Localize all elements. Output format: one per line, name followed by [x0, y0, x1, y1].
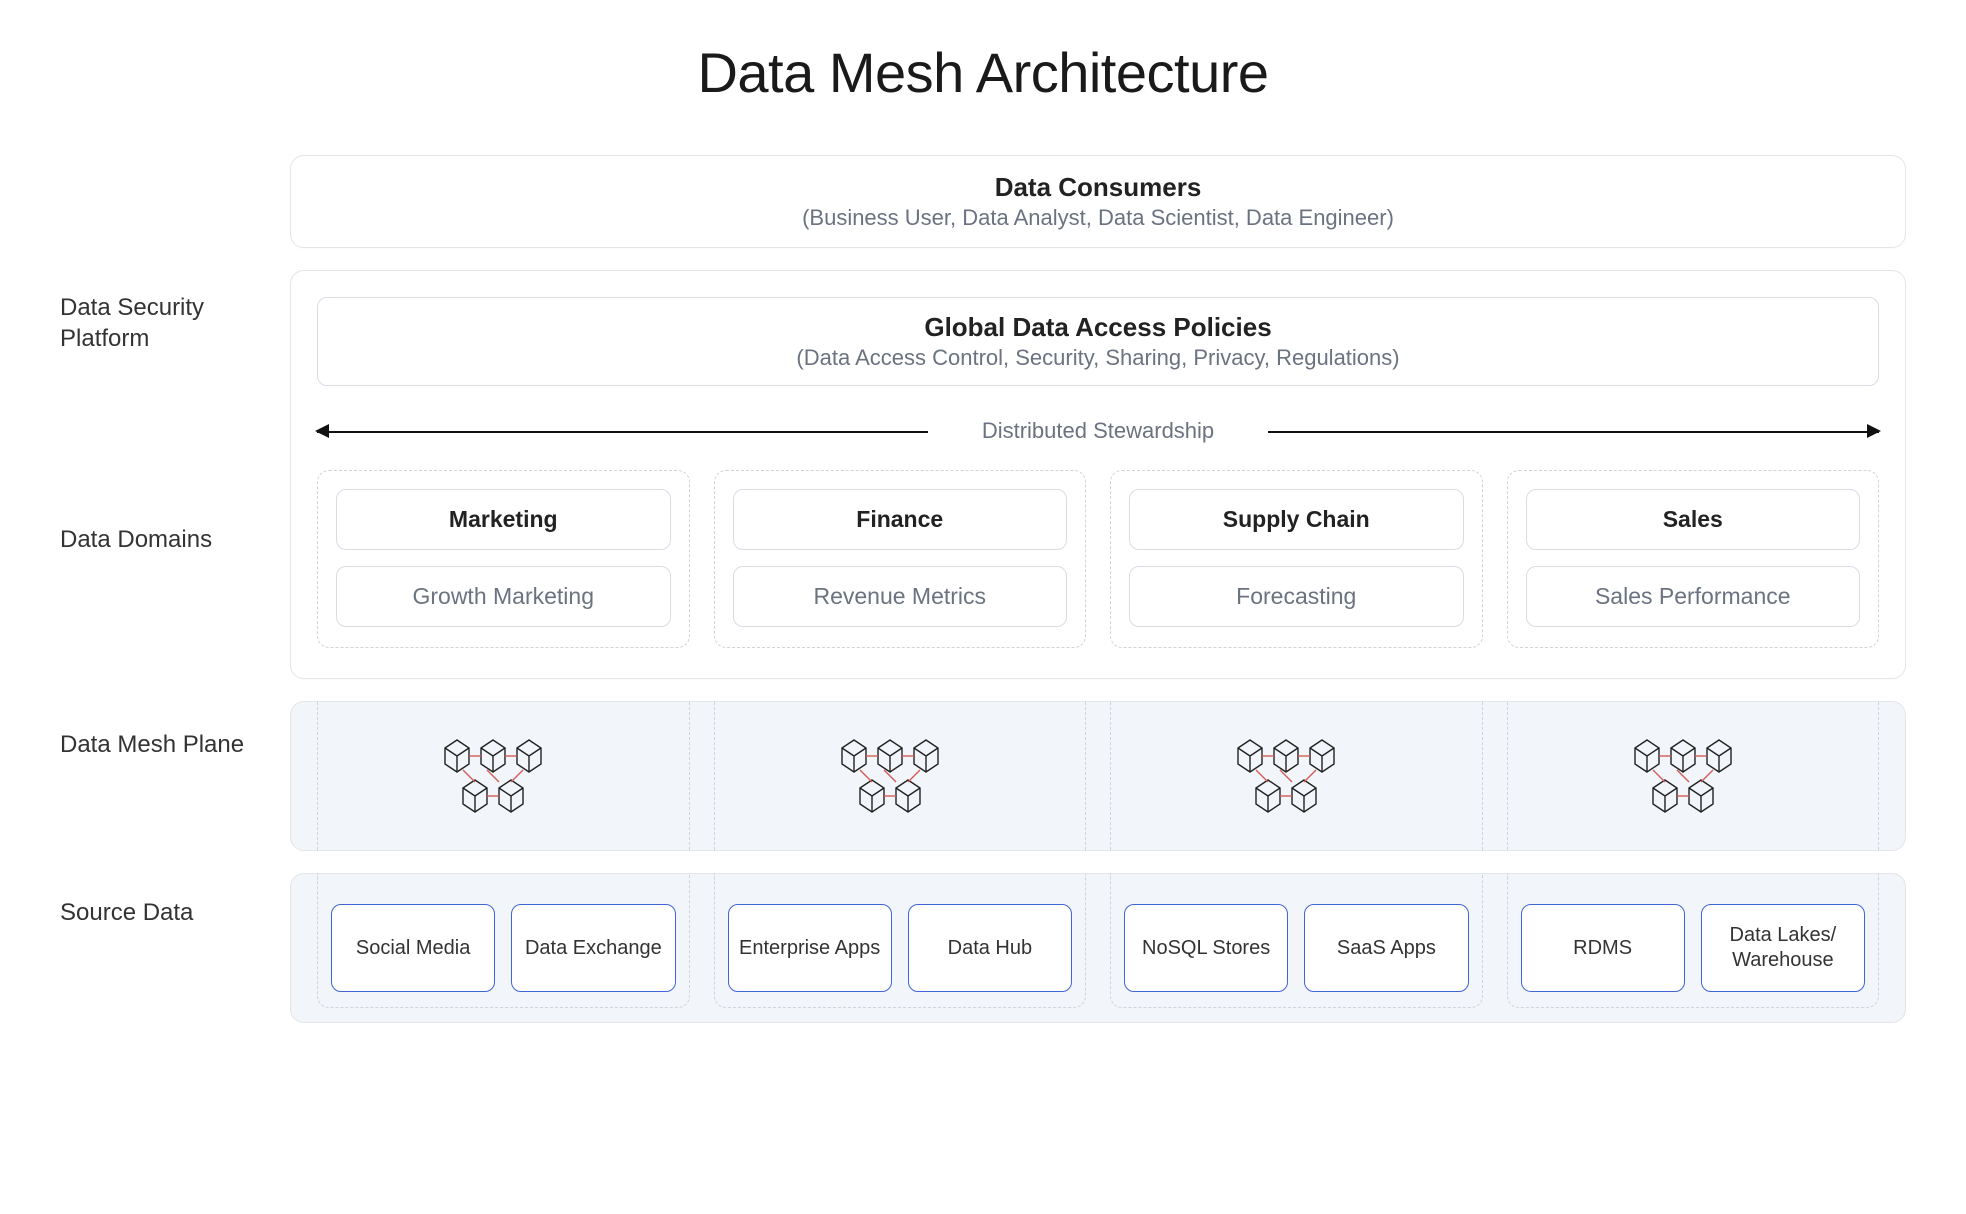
mesh-cell-supply-chain [1110, 734, 1483, 818]
source-pair-sales: RDMS Data Lakes/ Warehouse [1507, 904, 1880, 992]
label-data-mesh-plane: Data Mesh Plane [60, 671, 290, 819]
source-pair-supply-chain: NoSQL Stores SaaS Apps [1110, 904, 1483, 992]
domain-finance: Finance Revenue Metrics [714, 470, 1087, 648]
source-data-row: Social Media Data Exchange Enterprise Ap… [290, 873, 1906, 1023]
source-social-media: Social Media [331, 904, 495, 992]
left-label-column: Data Security Platform Data Domains Data… [60, 155, 290, 1023]
arrowhead-right-icon [1867, 424, 1881, 438]
mesh-cell-marketing [317, 734, 690, 818]
mesh-cubes-icon [830, 734, 970, 818]
source-pair-finance: Enterprise Apps Data Hub [714, 904, 1087, 992]
domain-sales: Sales Sales Performance [1507, 470, 1880, 648]
domain-supply-chain-sub: Forecasting [1129, 566, 1464, 627]
diagram-body: Data Consumers (Business User, Data Anal… [290, 155, 1906, 1023]
global-policies-sub: (Data Access Control, Security, Sharing,… [338, 345, 1858, 371]
domain-supply-chain: Supply Chain Forecasting [1110, 470, 1483, 648]
source-data-lakes-warehouse: Data Lakes/ Warehouse [1701, 904, 1865, 992]
source-rdms: RDMS [1521, 904, 1685, 992]
arrowhead-left-icon [315, 424, 329, 438]
source-data-exchange: Data Exchange [511, 904, 675, 992]
domain-finance-title: Finance [733, 489, 1068, 550]
data-domains-row: Marketing Growth Marketing Finance Reven… [317, 470, 1879, 648]
diagram-layout: Data Security Platform Data Domains Data… [60, 155, 1906, 1023]
domain-marketing-title: Marketing [336, 489, 671, 550]
data-consumers-heading: Data Consumers [315, 172, 1881, 203]
global-policies-heading: Global Data Access Policies [338, 312, 1858, 343]
data-consumers-box: Data Consumers (Business User, Data Anal… [290, 155, 1906, 248]
domain-marketing: Marketing Growth Marketing [317, 470, 690, 648]
stewardship-arrow-left [317, 431, 928, 433]
label-data-security-platform: Data Security Platform [60, 273, 290, 373]
mesh-cubes-icon [433, 734, 573, 818]
diagram-title: Data Mesh Architecture [60, 40, 1906, 105]
domain-marketing-sub: Growth Marketing [336, 566, 671, 627]
source-saas-apps: SaaS Apps [1304, 904, 1468, 992]
global-policies-box: Global Data Access Policies (Data Access… [317, 297, 1879, 386]
data-mesh-plane-row [290, 701, 1906, 851]
label-data-domains: Data Domains [60, 435, 290, 645]
domain-sales-sub: Sales Performance [1526, 566, 1861, 627]
stewardship-label: Distributed Stewardship [964, 418, 1232, 444]
mesh-cell-sales [1507, 734, 1880, 818]
mesh-cell-finance [714, 734, 1087, 818]
source-data-hub: Data Hub [908, 904, 1072, 992]
mesh-cubes-icon [1226, 734, 1366, 818]
data-consumers-sub: (Business User, Data Analyst, Data Scien… [315, 205, 1881, 231]
source-pair-marketing: Social Media Data Exchange [317, 904, 690, 992]
security-platform-card: Global Data Access Policies (Data Access… [290, 270, 1906, 679]
stewardship-arrow-right [1268, 431, 1879, 433]
domain-supply-chain-title: Supply Chain [1129, 489, 1464, 550]
mesh-cubes-icon [1623, 734, 1763, 818]
source-nosql-stores: NoSQL Stores [1124, 904, 1288, 992]
label-source-data: Source Data [60, 843, 290, 983]
distributed-stewardship-row: Distributed Stewardship [317, 414, 1879, 448]
domain-finance-sub: Revenue Metrics [733, 566, 1068, 627]
source-enterprise-apps: Enterprise Apps [728, 904, 892, 992]
domain-sales-title: Sales [1526, 489, 1861, 550]
